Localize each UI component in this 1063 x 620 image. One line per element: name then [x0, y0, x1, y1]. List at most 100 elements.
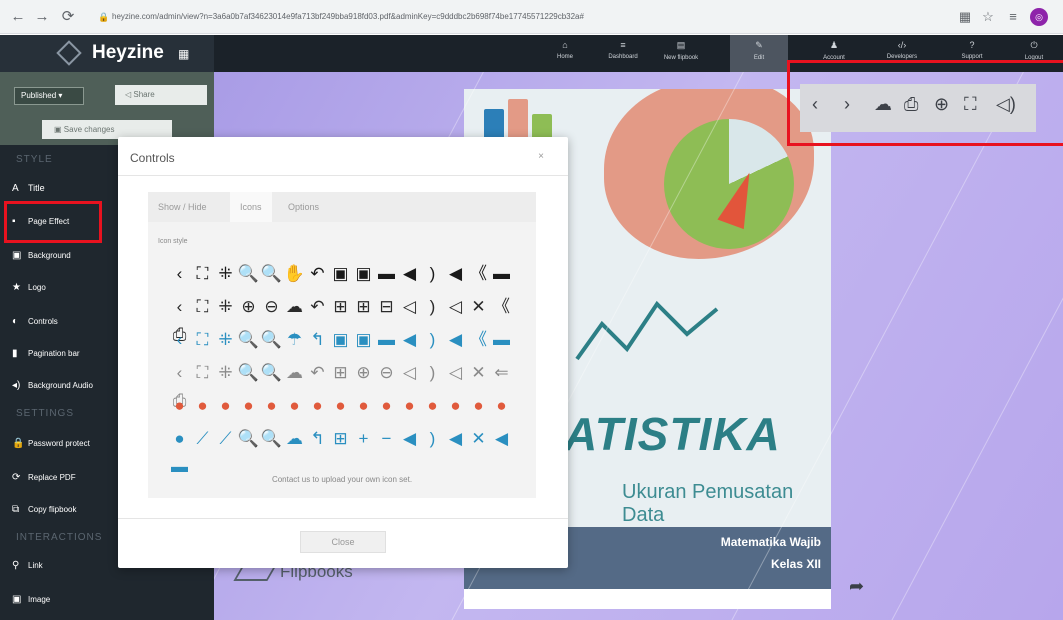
- cover-footer-strip: [464, 589, 831, 609]
- highlight-page-effect: [4, 201, 102, 243]
- reload-icon[interactable]: ⟳: [58, 7, 78, 27]
- control-glyph-icon: ●: [174, 429, 185, 448]
- control-glyph-icon: ⁜: [218, 363, 233, 382]
- published-dropdown[interactable]: Published ▾: [14, 87, 84, 105]
- control-glyph-icon: ⊞: [356, 297, 371, 316]
- control-glyph-icon: ⛶: [196, 297, 209, 316]
- control-glyph-icon: ): [429, 429, 436, 448]
- sidebar-item-image[interactable]: ▣ Image: [12, 590, 50, 610]
- refresh-icon: ⟳: [12, 472, 21, 483]
- control-glyph-icon: ⊞: [333, 429, 348, 448]
- profile-avatar[interactable]: ◎: [1030, 8, 1048, 26]
- icon-set-option[interactable]: ● ● ● ● ● ● ● ● ● ● ● ● ● ● ●: [168, 392, 518, 420]
- cover-bar-graphic: [532, 114, 552, 139]
- cover-subtitle: Ukuran Pemusatan Data: [622, 481, 794, 526]
- control-glyph-icon: 🔍: [237, 429, 260, 448]
- control-glyph-icon: ‹: [176, 363, 183, 382]
- control-glyph-icon: ▬: [493, 330, 510, 349]
- cover-title: ATISTIKA: [564, 408, 781, 460]
- control-glyph-icon: ‹: [176, 330, 183, 349]
- control-glyph-icon: ▣: [332, 264, 349, 283]
- sidebar-item-background[interactable]: ▣ Background: [12, 246, 71, 266]
- lock-icon: 🔒: [12, 438, 25, 449]
- nav-home[interactable]: ⌂ Home: [536, 35, 594, 72]
- control-glyph-icon: 🔍: [260, 330, 283, 349]
- control-glyph-icon: ‹: [176, 264, 183, 283]
- hamburger-icon[interactable]: ▦: [178, 47, 189, 61]
- image-icon: ▣: [12, 594, 22, 605]
- tab-show-hide[interactable]: Show / Hide: [148, 192, 217, 222]
- sidebar-item-password-protect[interactable]: 🔒 Password protect: [12, 434, 90, 454]
- sidebar-item-background-audio[interactable]: ◂) Background Audio: [12, 376, 93, 396]
- sidebar-item-controls[interactable]: ◐ Controls: [12, 312, 58, 332]
- control-glyph-icon: ✋: [283, 264, 306, 283]
- bookmark-icon: ▮: [12, 348, 18, 359]
- home-icon: ⌂: [562, 40, 568, 50]
- nav-dashboard[interactable]: ≡ Dashboard: [594, 35, 652, 72]
- divider: [118, 175, 568, 176]
- control-glyph-icon: ●: [473, 396, 484, 415]
- address-bar[interactable]: 🔒 heyzine.com/admin/view?n=3a6a0b7af3462…: [92, 6, 942, 28]
- control-glyph-icon: ⟋: [196, 429, 209, 448]
- sidebar-item-replace-pdf[interactable]: ⟳ Replace PDF: [12, 468, 76, 488]
- control-glyph-icon: ▬: [378, 330, 395, 349]
- control-glyph-icon: ☁: [286, 429, 303, 448]
- control-glyph-icon: ↶: [310, 363, 325, 382]
- sidebar-item-copy-flipbook[interactable]: ⧉ Copy flipbook: [12, 500, 76, 520]
- control-glyph-icon: ◁: [402, 363, 417, 382]
- control-glyph-icon: ⊕: [241, 297, 256, 316]
- extension-icon[interactable]: ▦: [955, 7, 975, 27]
- app-logo: Heyzine: [92, 42, 164, 63]
- sidebar-actions: Published ▾ ◁ Share ▣ Save changes: [0, 72, 214, 145]
- share-button[interactable]: ◁ Share: [115, 85, 207, 105]
- icon-set-option[interactable]: ● ⟋ ⟋ 🔍 🔍 ☁ ↰ ⊞ + − ◀) ◀ ✕ ◀▬: [168, 425, 518, 476]
- browser-toolbar: ← → ⟳ 🔒 heyzine.com/admin/view?n=3a6a0b7…: [0, 0, 1063, 34]
- control-glyph-icon: ●: [243, 396, 254, 415]
- user-icon: ♟: [829, 40, 839, 50]
- close-button[interactable]: Close: [300, 531, 386, 553]
- control-glyph-icon: ▬: [378, 264, 395, 283]
- sidebar-item-title[interactable]: A Title: [12, 178, 45, 198]
- dialog-close-icon[interactable]: ×: [538, 151, 544, 162]
- icon-set-option[interactable]: ‹ ⛶ ⁜ 🔍 🔍 ✋ ↶ ▣ ▣ ▬ ◀) ◀ 《 ▬: [168, 260, 518, 288]
- sidebar-item-pagination-bar[interactable]: ▮ Pagination bar: [12, 344, 80, 364]
- tab-options[interactable]: Options: [278, 192, 329, 222]
- document-icon: ▤: [676, 40, 686, 50]
- icon-set-option[interactable]: ‹ ⛶ ⁜ ⊕ ⊖ ☁ ↶ ⊞ ⊞ ⊟ ◁) ◁ ✕ 《⎙: [168, 293, 518, 344]
- pencil-icon: ✎: [755, 40, 763, 50]
- control-glyph-icon: ●: [427, 396, 438, 415]
- sidebar-item-logo[interactable]: ★ Logo: [12, 278, 46, 298]
- control-glyph-icon: ): [429, 297, 436, 316]
- control-glyph-icon: 🔍: [260, 363, 283, 382]
- nav-edit[interactable]: ✎ Edit: [730, 35, 788, 72]
- control-glyph-icon: ⊞: [333, 297, 348, 316]
- logo-icon: [56, 40, 82, 66]
- section-settings-heading: SETTINGS: [16, 408, 75, 419]
- star-icon[interactable]: ☆: [978, 7, 998, 27]
- image-icon: ▣: [12, 250, 22, 261]
- control-glyph-icon: ◀: [402, 264, 417, 283]
- cover-line-graphic: [575, 300, 719, 361]
- tab-icons[interactable]: Icons: [230, 192, 272, 222]
- tab-bar: Show / Hide Icons Options: [148, 192, 536, 222]
- control-glyph-icon: ●: [197, 396, 208, 415]
- icon-set-option[interactable]: ‹ ⛶ ⁜ 🔍 🔍 ☁ ↶ ⊞ ⊕ ⊖ ◁) ◁ ✕ ⇐⎙: [168, 359, 518, 410]
- back-icon[interactable]: ←: [8, 7, 28, 27]
- menu-list-icon[interactable]: ≡: [1003, 7, 1023, 27]
- sidebar-item-link[interactable]: ⚲ Link: [12, 556, 43, 576]
- nav-new-flipbook[interactable]: ▤ New flipbook: [652, 35, 710, 72]
- lock-icon: 🔒: [98, 12, 110, 22]
- control-glyph-icon: ✕: [471, 429, 486, 448]
- contact-text: Contact us to upload your own icon set.: [271, 475, 413, 484]
- forward-icon[interactable]: →: [32, 7, 52, 27]
- control-glyph-icon: ☂: [286, 330, 303, 349]
- control-glyph-icon: ●: [289, 396, 300, 415]
- control-glyph-icon: 《: [493, 297, 510, 316]
- control-glyph-icon: ⁜: [218, 264, 233, 283]
- background-pattern-line: [883, 72, 1063, 620]
- control-glyph-icon: 《: [470, 264, 487, 283]
- share-arrow-icon[interactable]: ➦: [849, 576, 864, 597]
- control-glyph-icon: ↰: [310, 330, 325, 349]
- code-icon: ‹/›: [897, 40, 907, 50]
- icon-set-option[interactable]: ‹ ⛶ ⁜ 🔍 🔍 ☂ ↰ ▣ ▣ ▬ ◀) ◀ 《 ▬: [168, 326, 518, 354]
